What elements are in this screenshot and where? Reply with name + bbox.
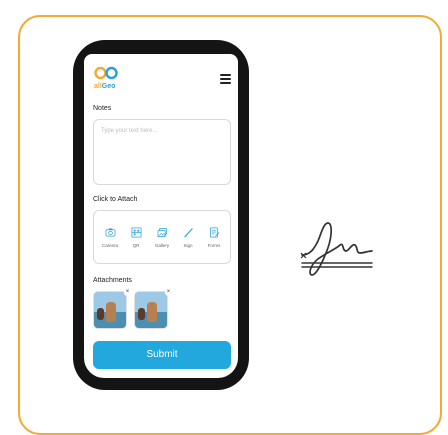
forms-icon xyxy=(209,227,219,238)
notes-label: Notes xyxy=(93,105,112,112)
sign-button[interactable]: Sign xyxy=(176,227,200,248)
phone-screen: allGeo Notes Type your text here... Clic… xyxy=(84,54,238,378)
notes-placeholder: Type your text here... xyxy=(101,128,158,134)
logo-text: allGeo xyxy=(94,83,116,90)
camera-icon xyxy=(105,228,115,237)
attachment-thumbnail[interactable] xyxy=(93,291,127,329)
notes-textarea[interactable]: Type your text here... xyxy=(93,119,231,185)
gallery-icon xyxy=(157,228,167,237)
attach-options: Camera QR Gallery Sign Forms xyxy=(93,210,231,264)
gallery-button[interactable]: Gallery xyxy=(150,227,174,248)
remove-attachment-icon[interactable]: × xyxy=(124,289,131,296)
hamburger-menu-icon[interactable] xyxy=(220,74,231,84)
attach-label: Click to Attach xyxy=(93,196,138,203)
app-header: allGeo xyxy=(84,54,238,96)
attachment-thumbnail[interactable] xyxy=(134,291,168,329)
signature-icon xyxy=(300,222,373,276)
remove-attachment-icon[interactable]: × xyxy=(165,289,172,296)
sign-icon xyxy=(183,228,193,237)
forms-button[interactable]: Forms xyxy=(202,227,226,248)
qr-icon xyxy=(131,227,141,238)
submit-button[interactable]: Submit xyxy=(93,341,231,369)
camera-button[interactable]: Camera xyxy=(98,227,122,248)
qr-button[interactable]: QR xyxy=(124,227,148,248)
attachments-label: Attachments xyxy=(93,277,132,284)
